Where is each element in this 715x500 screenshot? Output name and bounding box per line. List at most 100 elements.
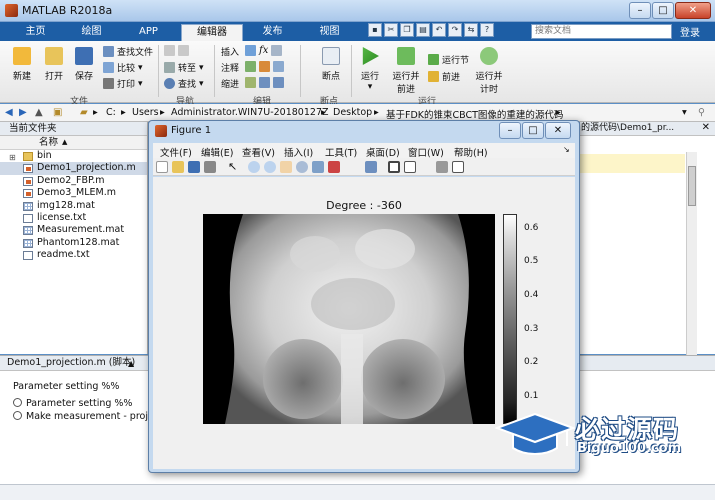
editor-close-icon[interactable]: ✕ (702, 122, 710, 133)
zoom-out-icon[interactable] (264, 161, 276, 173)
list-item[interactable]: Measurement.mat (0, 224, 147, 236)
search-input[interactable]: 搜索文档 (531, 24, 672, 39)
help-icon[interactable]: ? (480, 23, 494, 37)
up-folder-icon[interactable]: ▲ (35, 107, 47, 118)
decrease-indent-icon[interactable] (273, 77, 284, 88)
breadcrumb-users[interactable]: Users (132, 107, 159, 118)
pan-hand-icon[interactable] (280, 161, 292, 173)
data-cursor-icon[interactable] (312, 161, 324, 173)
list-item[interactable]: readme.txt (0, 249, 147, 261)
indent-button[interactable]: 缩进 (221, 77, 239, 90)
browse-folder-icon[interactable]: ▣ (53, 107, 65, 118)
tab-apps[interactable]: APP (121, 24, 176, 41)
nav-back-button[interactable] (164, 45, 189, 56)
tab-publish[interactable]: 发布 (245, 24, 300, 41)
details-collapse-icon[interactable]: ▲ (128, 359, 134, 368)
cut-icon[interactable]: ✂ (384, 23, 398, 37)
run-and-time-button[interactable]: 运行并 计时 (475, 47, 503, 95)
pointer-icon[interactable]: ↖ (228, 161, 240, 173)
menu-insert[interactable]: 插入(I) (284, 145, 313, 159)
compare-button[interactable]: 比较 ▾ (103, 61, 143, 74)
legend-icon[interactable] (404, 161, 416, 173)
switch-window-icon[interactable]: ⇆ (464, 23, 478, 37)
print-button[interactable]: 打印 ▾ (103, 77, 143, 90)
figure-minimize-button[interactable]: – (499, 122, 521, 139)
show-plot-tools-icon[interactable] (452, 161, 464, 173)
breadcrumb-project-folder[interactable]: 基于FDK的锥束CBCT图像的重建的源代码 (386, 107, 563, 121)
rotate-3d-icon[interactable] (296, 161, 308, 173)
colorbar-icon[interactable] (388, 161, 400, 173)
list-item[interactable]: img128.mat (0, 200, 147, 212)
breadcrumb-desktop[interactable]: Desktop (333, 107, 372, 118)
advance-button[interactable]: 前进 (428, 70, 460, 83)
paste-icon[interactable]: ▤ (416, 23, 430, 37)
insert-menu-icon[interactable] (271, 45, 283, 56)
minimize-button[interactable]: – (629, 2, 651, 19)
wrap-comment-icon[interactable] (273, 61, 284, 72)
list-item[interactable]: Demo2_FBP.m (0, 175, 147, 187)
dock-arrow-icon[interactable]: ↘ (563, 145, 570, 154)
run-and-advance-button[interactable]: 运行并 前进 (392, 47, 420, 95)
login-link[interactable]: 登录 (680, 24, 700, 39)
name-column-header[interactable]: 名称 ▲ (0, 136, 147, 150)
breadcrumb-c[interactable]: C: (106, 107, 116, 118)
brush-icon[interactable] (328, 161, 340, 173)
figure-close-button[interactable]: ✕ (545, 122, 571, 139)
find-files-button[interactable]: 查找文件 (103, 45, 153, 58)
save-figure-icon[interactable] (188, 161, 200, 173)
run-section-button[interactable]: 运行节 (428, 53, 469, 66)
smart-indent-icon[interactable] (245, 77, 256, 88)
redo-icon[interactable]: ↷ (448, 23, 462, 37)
details-section-item[interactable]: Make measurement - proje (13, 411, 154, 422)
projection-image[interactable] (203, 214, 495, 424)
new-figure-icon[interactable] (156, 161, 168, 173)
back-arrow-icon[interactable]: ◀ (5, 107, 17, 118)
fx-icon[interactable]: fx (259, 45, 268, 56)
search-folder-icon[interactable]: ⚲ (698, 107, 705, 118)
goto-button[interactable]: 转至 ▾ (164, 61, 204, 74)
tab-plots[interactable]: 绘图 (64, 24, 119, 41)
uncomment-icon[interactable] (259, 61, 270, 72)
new-button[interactable]: 新建 (10, 47, 34, 82)
forward-arrow-icon[interactable]: ▶ (19, 107, 31, 118)
menu-window[interactable]: 窗口(W) (408, 145, 444, 159)
list-item[interactable]: Demo3_MLEM.m (0, 187, 147, 199)
editor-scrollbar[interactable] (686, 152, 697, 356)
tab-editor[interactable]: 编辑器 (181, 24, 243, 41)
insert-section-icon[interactable] (245, 45, 256, 56)
list-item[interactable]: Demo1_projection.m (0, 162, 147, 175)
colorbar[interactable] (503, 214, 517, 424)
open-file-icon[interactable] (172, 161, 184, 173)
breakpoints-button[interactable]: 断点 (318, 47, 344, 82)
save-icon[interactable]: ▪ (368, 23, 382, 37)
address-dropdown-icon[interactable]: ▾ (682, 107, 687, 118)
run-button[interactable]: 运行 ▾ (358, 47, 382, 92)
copy-icon[interactable]: ❐ (400, 23, 414, 37)
print-figure-icon[interactable] (204, 161, 216, 173)
menu-edit[interactable]: 编辑(E) (201, 145, 233, 159)
menu-desktop[interactable]: 桌面(D) (366, 145, 400, 159)
save-button[interactable]: 保存 (72, 47, 96, 82)
figure-maximize-button[interactable]: □ (522, 122, 544, 139)
tab-home[interactable]: 主页 (8, 24, 63, 41)
zoom-in-icon[interactable] (248, 161, 260, 173)
close-button[interactable]: ✕ (675, 2, 711, 19)
tab-view[interactable]: 视图 (302, 24, 357, 41)
find-button[interactable]: 查找 ▾ (164, 77, 204, 90)
menu-file[interactable]: 文件(F) (160, 145, 192, 159)
list-item[interactable]: ⊞ bin (0, 150, 147, 162)
details-section-item[interactable]: Parameter setting %% (13, 398, 132, 409)
list-item[interactable]: Phantom128.mat (0, 237, 147, 249)
hide-plot-tools-icon[interactable] (436, 161, 448, 173)
undo-icon[interactable]: ↶ (432, 23, 446, 37)
list-item[interactable]: license.txt (0, 212, 147, 224)
increase-indent-icon[interactable] (259, 77, 270, 88)
breadcrumb-administrator[interactable]: Administrator.WIN7U-20180127Z (171, 107, 329, 118)
maximize-button[interactable]: □ (652, 2, 674, 19)
scrollbar-thumb[interactable] (688, 166, 696, 206)
menu-tools[interactable]: 工具(T) (325, 145, 357, 159)
menu-view[interactable]: 查看(V) (242, 145, 275, 159)
link-plot-icon[interactable] (365, 161, 377, 173)
comment-icon[interactable] (245, 61, 256, 72)
comment-button[interactable]: 注释 (221, 61, 239, 74)
